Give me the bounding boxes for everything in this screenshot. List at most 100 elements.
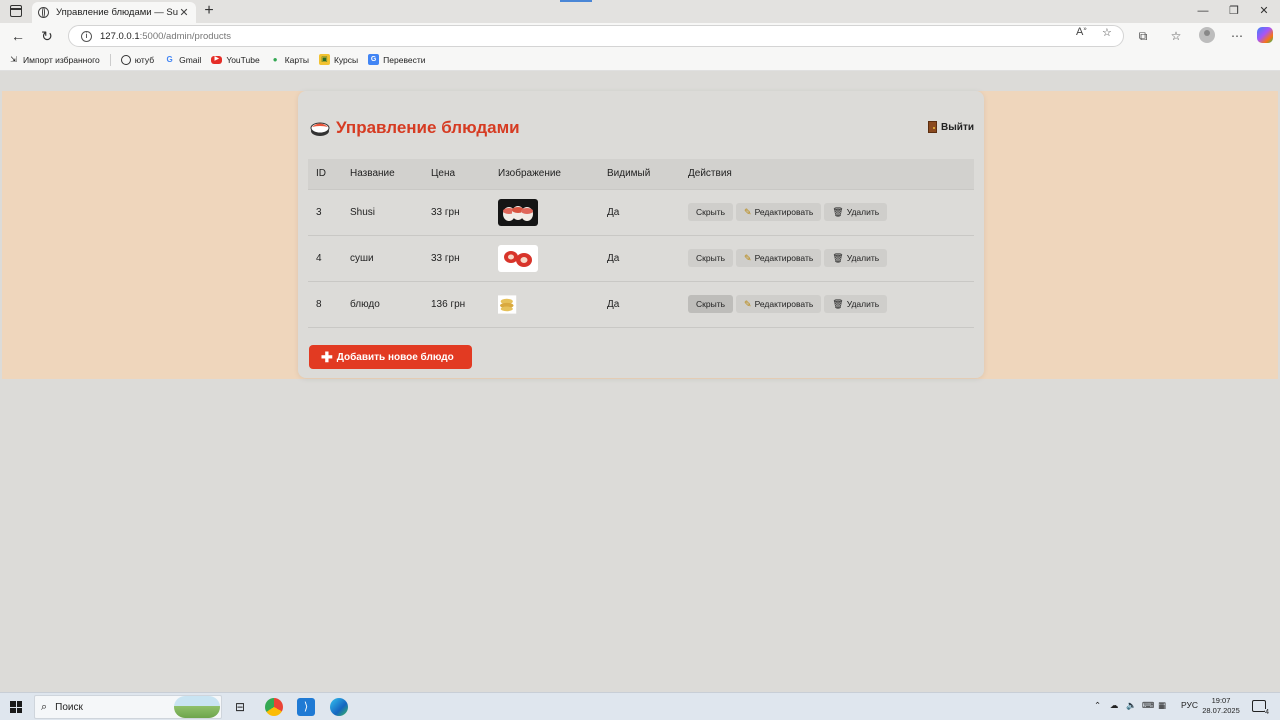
add-dish-button[interactable]: ✚ Добавить новое блюдо [309,345,472,369]
globe-icon [38,7,49,18]
cell-price: 33 грн [431,252,460,264]
profile-avatar[interactable] [1199,27,1215,43]
reload-icon[interactable]: ↻ [38,27,56,45]
hide-button[interactable]: Скрыть [688,249,734,267]
keyboard-icon[interactable]: ▦ [1158,700,1166,711]
delete-button[interactable]: 🗑 Удалить [824,295,888,313]
hide-button[interactable]: Скрыть [688,295,734,313]
maps-pin-icon: ● [272,55,278,64]
edit-button[interactable]: ✎ Редактировать [736,295,822,313]
pencil-icon: ✎ [744,298,752,309]
bookmark-label: Перевести [383,54,426,65]
maximize-icon[interactable]: ❐ [1219,2,1249,20]
page-viewport: Управление блюдами Выйти ID Название Цен… [2,71,1278,692]
close-window-icon[interactable]: ✕ [1249,2,1279,20]
bookmark-import[interactable]: ⇲ Импорт избранного [8,54,100,65]
cell-name: блюдо [350,298,380,310]
url-path: :5000/admin/products [139,30,231,42]
youtube-icon: ▶ [211,55,223,64]
tab-close-icon[interactable]: ✕ [178,6,190,19]
bookmark-label: Gmail [179,54,202,65]
trash-icon: 🗑 [832,298,844,309]
vscode-icon[interactable]: ⟩ [297,698,315,716]
clock-time: 19:07 [1211,696,1231,705]
delete-button[interactable]: 🗑 Удалить [824,203,888,221]
table-row: 3 Shusi 33 грн Да Скрыть✎Редактировать� [308,189,974,235]
cell-id: 3 [316,206,322,218]
cell-actions: Скрыть ✎ Редактировать 🗑 Удалить [680,235,974,281]
admin-card: Управление блюдами Выйти ID Название Цен… [298,91,984,378]
products-table: ID Название Цена Изображение Видимый Дей… [308,159,974,328]
google-icon: G [166,55,173,64]
edit-label: Редактировать [754,299,814,309]
onedrive-icon[interactable]: ☁ [1110,700,1119,711]
col-header-id: ID [316,168,326,180]
edit-label: Редактировать [754,253,814,263]
url-host: 127.0.0.1 [100,30,140,42]
table-row: 8 блюдо 136 грн Да Скрыть ✎ Редактировать [308,281,974,327]
hide-label: Скрыть [696,253,726,263]
bookmark-label: YouTube [226,54,260,65]
bookmark-courses[interactable]: ▣ Курсы [318,54,358,65]
address-bar[interactable]: i 127.0.0.1:5000/admin/products [68,25,1124,47]
more-menu-icon[interactable]: ⋯ [1229,28,1245,44]
favorites-icon[interactable]: ☆ [1168,28,1184,44]
table-header-row: ID Название Цена Изображение Видимый Дей… [308,159,974,189]
delete-label: Удалить [846,207,880,217]
cell-name: суши [350,252,374,264]
active-tab[interactable]: Управление блюдами — SushiT ✕ [32,2,196,23]
notification-count: 4 [1265,709,1269,716]
volume-icon[interactable]: 🔈 [1126,700,1137,711]
search-icon: ⌕ [41,700,48,713]
network-icon[interactable]: ⌨ [1142,700,1154,711]
cell-image [490,189,599,235]
page-title-text: Управление блюдами [336,118,520,137]
task-view-icon[interactable]: ⊟ [231,698,249,716]
bookmark-maps[interactable]: ● Карты [270,54,309,65]
hide-button[interactable]: Скрыть [688,203,734,221]
cell-id: 8 [316,298,322,310]
cell-actions: Скрыть ✎ Редактировать 🗑 Удалить [680,281,974,327]
pencil-icon: ✎ [744,252,752,263]
edge-icon[interactable] [330,698,348,716]
cell-image [490,235,599,281]
edit-label: Редактировать [754,207,814,217]
notification-center-icon[interactable]: 4 [1252,700,1269,716]
favorite-star-icon[interactable]: ☆ [1102,26,1112,39]
hide-label: Скрыть [696,207,726,217]
product-thumbnail [498,244,538,272]
sushi-icon [310,122,330,136]
logout-link[interactable]: Выйти [928,121,974,133]
cell-price: 33 грн [431,206,460,218]
site-info-icon[interactable]: i [81,30,92,42]
col-header-price: Цена [431,168,456,180]
windows-start-icon[interactable] [10,701,22,713]
bookmark-translate[interactable]: G Перевести [368,54,426,65]
delete-button[interactable]: 🗑 Удалить [824,249,888,267]
minimize-icon[interactable]: — [1188,2,1218,20]
pencil-icon: ✎ [744,206,752,217]
new-tab-button[interactable]: + [200,2,218,20]
courses-icon: ▣ [318,54,330,65]
read-aloud-icon[interactable]: A» [1076,26,1087,38]
door-icon [928,121,938,133]
cell-price: 136 грн [431,298,466,310]
browser-toolbar: ← ↻ i 127.0.0.1:5000/admin/products A» ☆… [0,23,1280,49]
copilot-icon[interactable] [1257,27,1273,43]
trash-icon: 🗑 [832,206,844,217]
bookmark-gmail[interactable]: G Gmail [164,54,201,65]
extensions-icon[interactable]: ⧉ [1135,28,1151,44]
edit-button[interactable]: ✎ Редактировать [736,203,822,221]
bookmark-youtube-ru[interactable]: ютуб [120,54,154,65]
chrome-icon[interactable] [265,698,283,716]
bookmark-youtube[interactable]: ▶ YouTube [211,54,260,65]
back-icon[interactable]: ← [9,27,27,45]
col-header-image: Изображение [498,168,561,180]
system-clock[interactable]: 19:07 28.07.2025 [1196,696,1246,716]
tab-actions-icon[interactable] [10,5,22,17]
globe-icon [120,54,131,65]
tray-chevron-icon[interactable]: ⌃ [1094,700,1101,711]
windows-taskbar: ⌕ Поиск ⊟ ⟩ ⌃ ☁ 🔈 ⌨ ▦ РУС 19:07 28.07.20… [0,692,1280,720]
add-dish-label: Добавить новое блюдо [336,351,454,363]
edit-button[interactable]: ✎ Редактировать [736,249,822,267]
